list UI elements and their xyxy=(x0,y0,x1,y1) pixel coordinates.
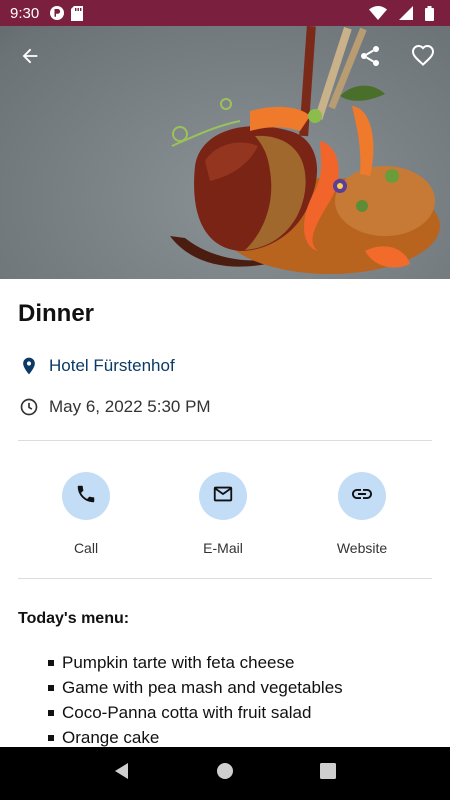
location-text: Hotel Fürstenhof xyxy=(49,356,175,375)
menu-item-text: Game with pea mash and vegetables xyxy=(62,677,343,697)
bullet-icon xyxy=(48,684,54,691)
website-button[interactable]: Website xyxy=(312,472,412,556)
datetime-row: May 6, 2022 5:30 PM xyxy=(18,396,211,418)
location-row[interactable]: Hotel Fürstenhof xyxy=(18,355,175,377)
status-time: 9:30 xyxy=(10,4,40,22)
call-icon-circle xyxy=(62,472,110,520)
email-label: E-Mail xyxy=(203,540,243,556)
menu-item-text: Pumpkin tarte with feta cheese xyxy=(62,652,295,672)
favorite-button[interactable] xyxy=(405,40,441,76)
menu-heading: Today's menu: xyxy=(18,610,130,627)
call-label: Call xyxy=(73,540,99,556)
divider xyxy=(18,440,432,441)
back-arrow-icon xyxy=(19,45,41,72)
bullet-icon xyxy=(48,709,54,716)
status-bar: 9:30 xyxy=(0,0,450,26)
website-label: Website xyxy=(336,540,388,556)
list-item: Pumpkin tarte with feta cheese xyxy=(48,650,343,675)
nav-back-icon xyxy=(113,762,131,785)
nav-home-icon xyxy=(216,762,234,785)
system-nav-bar xyxy=(0,747,450,800)
phone-icon xyxy=(75,483,97,510)
event-title: Dinner xyxy=(18,300,95,327)
email-button[interactable]: E-Mail xyxy=(173,472,273,556)
back-button[interactable] xyxy=(12,40,48,76)
nav-home-button[interactable] xyxy=(205,754,245,794)
wifi-icon xyxy=(369,6,387,20)
sd-card-icon xyxy=(71,5,84,21)
list-item: Coco-Panna cotta with fruit salad xyxy=(48,700,343,725)
bullet-icon xyxy=(48,659,54,666)
nav-recents-button[interactable] xyxy=(308,754,348,794)
battery-icon xyxy=(425,5,434,21)
divider xyxy=(18,578,432,579)
website-icon-circle xyxy=(338,472,386,520)
heart-outline-icon xyxy=(411,44,435,73)
mail-icon xyxy=(212,483,234,510)
app-notification-icon xyxy=(49,5,65,21)
menu-item-text: Coco-Panna cotta with fruit salad xyxy=(62,702,312,722)
nav-recents-icon xyxy=(320,763,337,784)
email-icon-circle xyxy=(199,472,247,520)
hero-image xyxy=(0,26,450,279)
cellular-signal-icon xyxy=(399,6,413,20)
nav-back-button[interactable] xyxy=(102,754,142,794)
menu-list: Pumpkin tarte with feta cheese Game with… xyxy=(48,650,343,750)
clock-icon xyxy=(18,396,40,418)
share-button[interactable] xyxy=(352,40,388,76)
menu-item-text: Orange cake xyxy=(62,727,160,747)
list-item: Game with pea mash and vegetables xyxy=(48,675,343,700)
bullet-icon xyxy=(48,734,54,741)
share-icon xyxy=(358,44,382,73)
link-icon xyxy=(350,482,374,511)
call-button[interactable]: Call xyxy=(36,472,136,556)
location-pin-icon xyxy=(18,355,40,377)
datetime-text: May 6, 2022 5:30 PM xyxy=(49,397,211,416)
